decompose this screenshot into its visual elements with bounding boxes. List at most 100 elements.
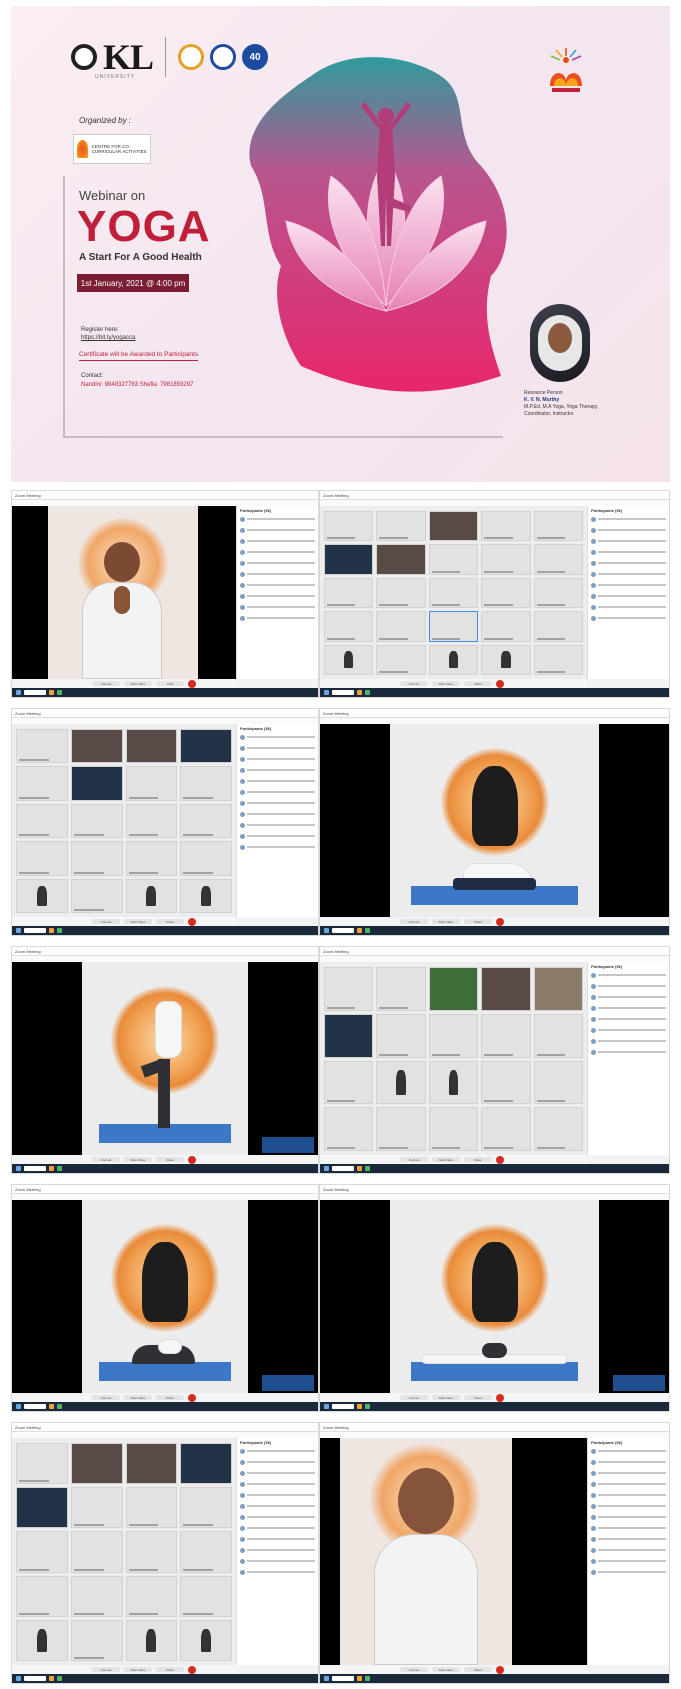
mute-button[interactable]: Unmute xyxy=(92,1667,120,1672)
participant-tile[interactable] xyxy=(16,729,68,764)
search-box[interactable] xyxy=(24,690,46,695)
mute-button[interactable]: Unmute xyxy=(92,1157,120,1162)
notification-toast[interactable] xyxy=(613,1375,665,1391)
leave-button[interactable] xyxy=(496,679,504,688)
search-box[interactable] xyxy=(24,928,46,933)
participant-tile[interactable] xyxy=(16,1531,68,1573)
participant-tile[interactable] xyxy=(324,967,374,1011)
participant-video[interactable] xyxy=(180,1443,232,1485)
participant-tile[interactable] xyxy=(533,644,583,675)
leave-button[interactable] xyxy=(188,1155,196,1164)
participant-tile[interactable] xyxy=(180,1531,232,1573)
participant-tile[interactable] xyxy=(533,544,583,575)
app-icon[interactable] xyxy=(365,690,370,695)
participant-tile[interactable] xyxy=(125,803,178,839)
notification-toast[interactable] xyxy=(262,1137,314,1153)
participant-tile[interactable] xyxy=(70,878,123,913)
share-button[interactable]: Share xyxy=(464,1395,492,1400)
participant-tile[interactable] xyxy=(376,644,426,675)
participant-tile[interactable] xyxy=(428,1013,479,1058)
participant-tile[interactable] xyxy=(70,803,123,839)
mute-button[interactable]: Unmute xyxy=(400,919,428,924)
app-icon[interactable] xyxy=(365,1166,370,1171)
participant-tile[interactable] xyxy=(533,611,583,642)
mute-button[interactable]: Unmute xyxy=(400,1395,428,1400)
video-button[interactable]: Start Video xyxy=(432,1395,460,1400)
app-icon[interactable] xyxy=(357,690,362,695)
app-icon[interactable] xyxy=(365,928,370,933)
participant-tile[interactable] xyxy=(180,1487,232,1529)
participant-video[interactable] xyxy=(428,511,479,542)
participant-avatar[interactable] xyxy=(376,1060,426,1105)
leave-button[interactable] xyxy=(496,1393,504,1402)
start-icon[interactable] xyxy=(16,1676,21,1681)
participant-tile[interactable] xyxy=(533,511,583,542)
participant-video[interactable] xyxy=(125,1443,178,1485)
participant-avatar[interactable] xyxy=(125,1619,178,1661)
video-button[interactable]: Start Video xyxy=(124,1667,152,1672)
participant-tile[interactable] xyxy=(533,1013,583,1058)
leave-button[interactable] xyxy=(188,1393,196,1402)
start-icon[interactable] xyxy=(324,1404,329,1409)
participant-tile[interactable] xyxy=(481,544,531,575)
participant-tile[interactable] xyxy=(533,577,583,609)
participant-video[interactable] xyxy=(376,544,426,575)
participant-tile[interactable] xyxy=(16,1575,68,1617)
leave-button[interactable] xyxy=(496,1665,504,1674)
participant-video[interactable] xyxy=(428,967,479,1011)
start-icon[interactable] xyxy=(16,928,21,933)
video-button[interactable]: Start Video xyxy=(432,681,460,686)
share-button[interactable]: Share xyxy=(464,1157,492,1162)
participant-avatar[interactable] xyxy=(428,1060,479,1105)
participant-tile[interactable] xyxy=(180,766,232,801)
app-icon[interactable] xyxy=(57,1166,62,1171)
app-icon[interactable] xyxy=(357,1404,362,1409)
participant-tile[interactable] xyxy=(533,1107,583,1151)
participant-tile[interactable] xyxy=(70,1619,123,1661)
app-icon[interactable] xyxy=(57,690,62,695)
start-icon[interactable] xyxy=(16,690,21,695)
app-icon[interactable] xyxy=(357,1676,362,1681)
participant-tile[interactable] xyxy=(324,577,374,609)
share-button[interactable]: Share xyxy=(464,1667,492,1672)
search-box[interactable] xyxy=(332,690,354,695)
app-icon[interactable] xyxy=(357,928,362,933)
search-box[interactable] xyxy=(24,1166,46,1171)
participant-avatar[interactable] xyxy=(324,644,374,675)
leave-button[interactable] xyxy=(188,917,196,926)
participant-video[interactable] xyxy=(70,766,123,801)
participant-tile[interactable] xyxy=(481,1107,531,1151)
app-icon[interactable] xyxy=(49,928,54,933)
start-icon[interactable] xyxy=(324,1676,329,1681)
video-button[interactable]: Start Video xyxy=(432,1667,460,1672)
search-box[interactable] xyxy=(24,1404,46,1409)
mute-button[interactable]: Unmute xyxy=(400,681,428,686)
search-box[interactable] xyxy=(332,1676,354,1681)
participant-tile[interactable] xyxy=(324,611,374,642)
start-icon[interactable] xyxy=(324,690,329,695)
share-button[interactable]: Share xyxy=(156,1395,184,1400)
participant-video[interactable] xyxy=(324,1013,374,1058)
search-box[interactable] xyxy=(24,1676,46,1681)
share-button[interactable]: Share xyxy=(464,681,492,686)
mute-button[interactable]: Unmute xyxy=(92,681,120,686)
participant-tile[interactable] xyxy=(481,511,531,542)
search-box[interactable] xyxy=(332,928,354,933)
participant-tile[interactable] xyxy=(376,1013,426,1058)
participant-avatar[interactable] xyxy=(16,1619,68,1661)
share-button[interactable]: Share xyxy=(156,1157,184,1162)
start-icon[interactable] xyxy=(16,1166,21,1171)
participant-tile[interactable] xyxy=(481,611,531,642)
participant-video[interactable] xyxy=(70,1443,123,1485)
video-button[interactable]: Start Video xyxy=(432,1157,460,1162)
participant-tile[interactable] xyxy=(16,1443,68,1485)
participant-tile[interactable] xyxy=(125,1487,178,1529)
participant-tile[interactable] xyxy=(428,544,479,575)
participant-video[interactable] xyxy=(324,544,374,575)
participant-tile[interactable] xyxy=(376,577,426,609)
participant-tile[interactable] xyxy=(533,1060,583,1105)
participant-tile[interactable] xyxy=(125,841,178,876)
app-icon[interactable] xyxy=(365,1404,370,1409)
participant-avatar[interactable] xyxy=(180,878,232,913)
participant-tile[interactable] xyxy=(125,1531,178,1573)
